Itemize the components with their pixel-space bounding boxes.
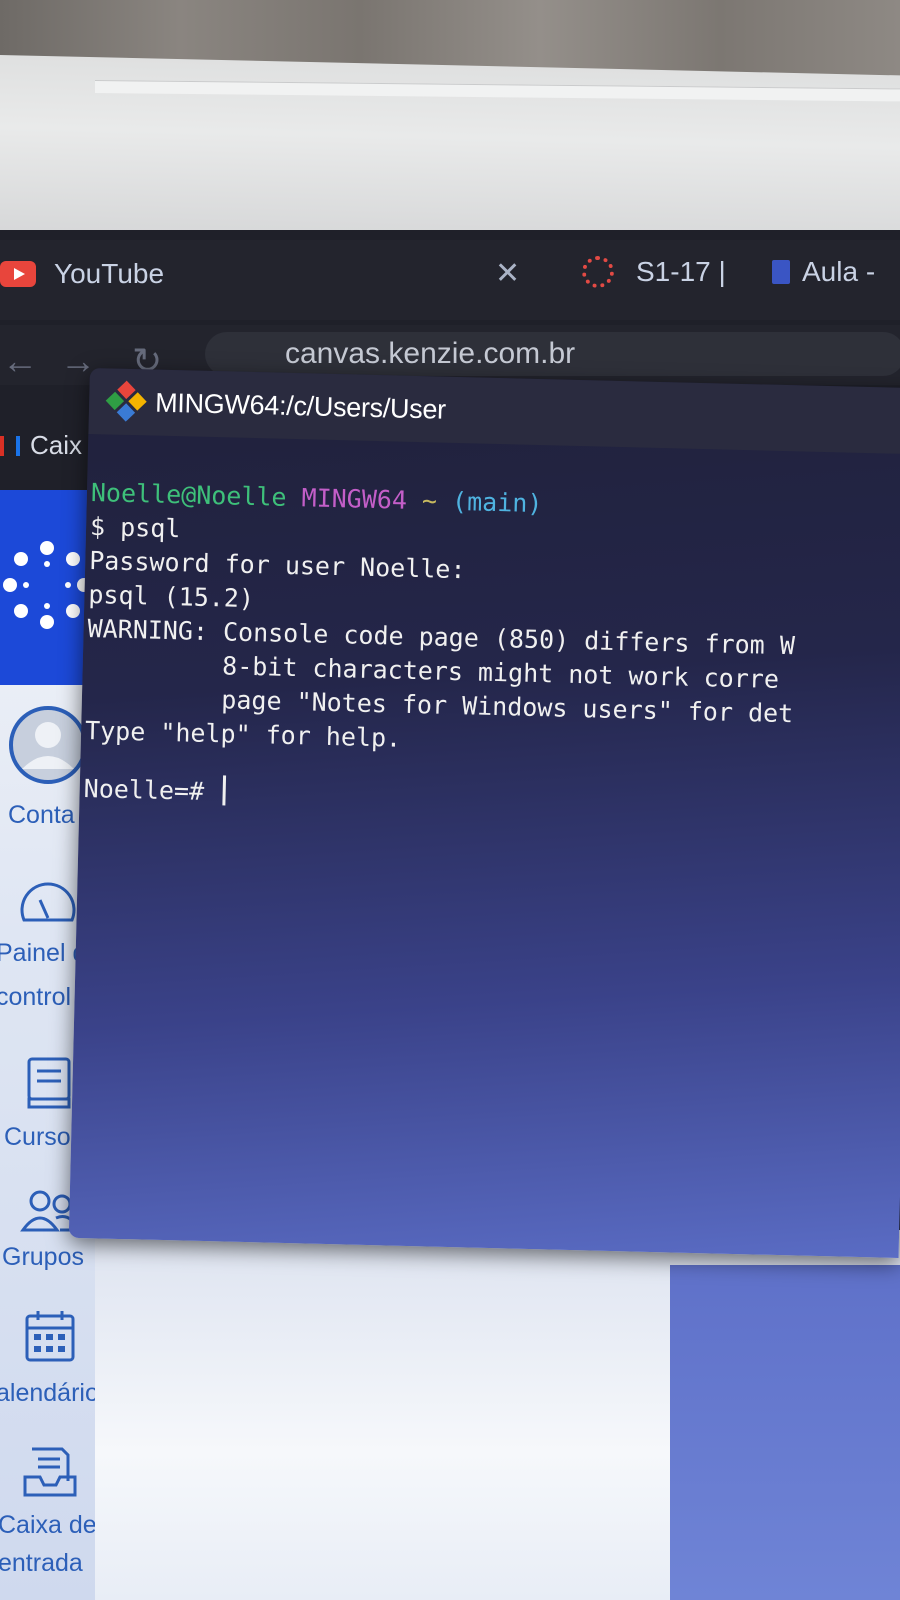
terminal-window[interactable]: MINGW64:/c/Users/User Noelle@Noelle MING… <box>68 368 900 1259</box>
terminal-title: MINGW64:/c/Users/User <box>154 387 447 425</box>
prompt-branch: (main) <box>451 486 543 519</box>
url-field[interactable]: canvas.kenzie.com.br <box>205 332 900 376</box>
back-arrow-icon[interactable]: ← <box>2 340 38 382</box>
document-icon <box>772 260 790 284</box>
git-bash-icon <box>105 380 147 423</box>
tab-s1-17[interactable]: S1-17 | <box>582 256 726 288</box>
close-tab-icon[interactable]: ✕ <box>495 256 520 291</box>
prompt-path: ~ <box>421 486 438 516</box>
terminal-output[interactable]: Noelle@Noelle MINGW64 ~ (main) $ psql Pass… <box>83 476 900 826</box>
youtube-icon <box>0 261 36 287</box>
inbox-icon <box>23 1447 77 1497</box>
dashboard-gauge-icon <box>20 882 76 922</box>
book-icon <box>27 1057 71 1109</box>
prompt-system: MINGW64 <box>301 483 408 515</box>
tab-label: Aula - <box>802 256 876 287</box>
canvas-logo-icon <box>3 541 91 629</box>
canvas-logo-band[interactable] <box>0 490 95 685</box>
sidebar-item-label: alendário <box>0 1379 95 1407</box>
tab-youtube[interactable]: YouTube <box>0 258 164 290</box>
text-cursor <box>222 775 227 806</box>
sidebar-item-label: Grupos <box>2 1243 84 1271</box>
tab-label: YouTube <box>54 258 165 289</box>
tab-label: S1-17 | <box>636 256 726 287</box>
sidebar-item-label: entrada <box>0 1549 83 1577</box>
sidebar-item-label: Caixa de <box>0 1511 95 1539</box>
loading-spinner-icon <box>582 256 614 288</box>
psql-prompt: Noelle=# <box>83 773 220 807</box>
gmail-icon <box>0 435 20 456</box>
prompt-user-host: Noelle@Noelle <box>90 478 287 512</box>
bookmark-label: Caix <box>30 430 83 460</box>
page-content-panel <box>670 1265 900 1600</box>
user-avatar-icon <box>9 706 87 784</box>
bookmark-gmail[interactable]: Caix <box>0 430 82 461</box>
tab-aula[interactable]: Aula - <box>772 256 875 288</box>
calendar-icon <box>25 1311 75 1362</box>
